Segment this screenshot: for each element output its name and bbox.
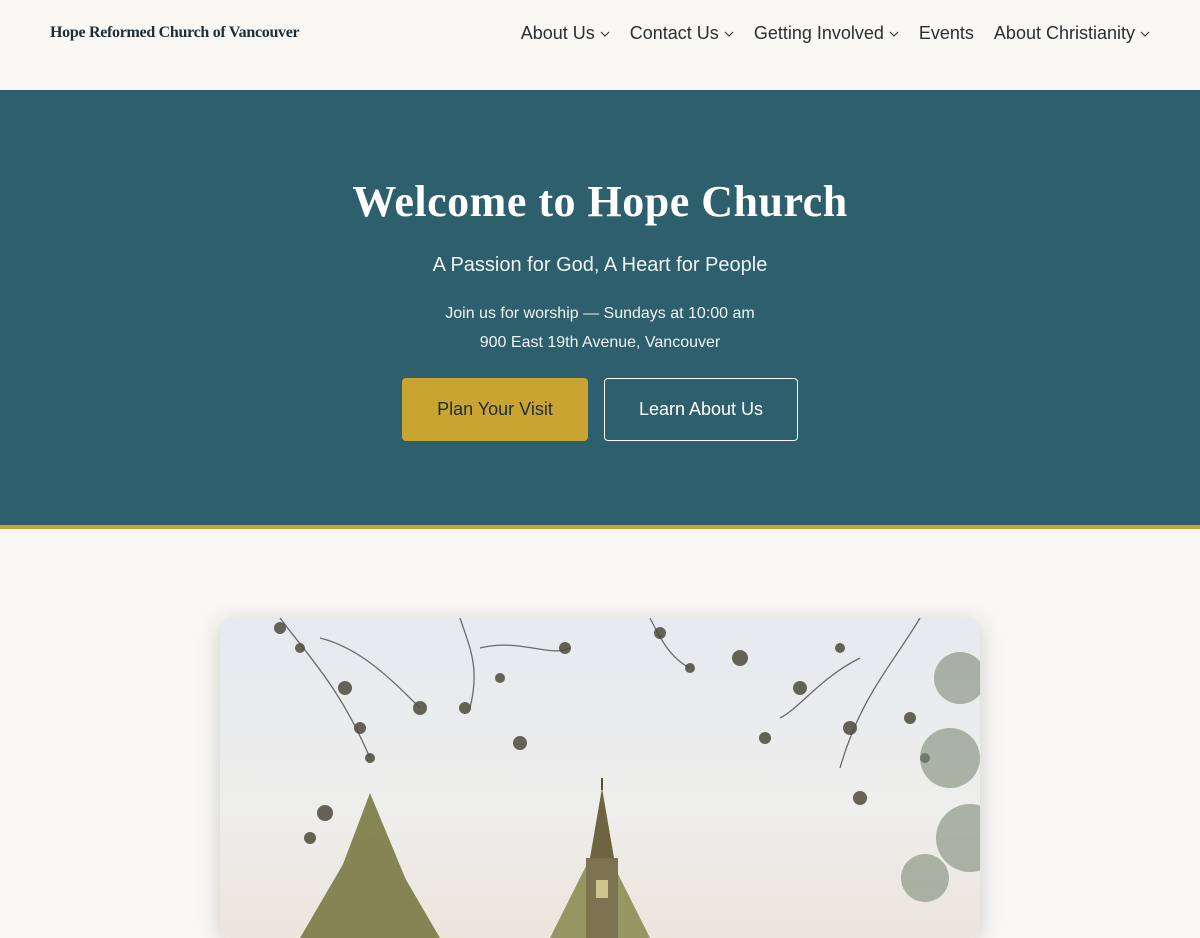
chevron-down-icon[interactable]: [889, 30, 899, 38]
nav-item-events[interactable]: Events: [919, 23, 974, 44]
church-photo: [220, 618, 980, 938]
nav-item-about-us[interactable]: About Us: [521, 23, 610, 44]
learn-about-us-button[interactable]: Learn About Us: [604, 378, 798, 441]
nav-item-label: Contact Us: [629, 23, 719, 43]
nav-item-about-christianity[interactable]: About Christianity: [994, 23, 1150, 44]
nav-item-getting-involved[interactable]: Getting Involved: [754, 23, 899, 44]
site-header: Hope Reformed Church of Vancouver About …: [0, 0, 1200, 90]
plan-your-visit-button[interactable]: Plan Your Visit: [402, 378, 588, 441]
worship-time: Join us for worship — Sundays at 10:00 a…: [445, 305, 755, 322]
nav-item-label: Events: [918, 23, 974, 43]
chevron-down-icon[interactable]: [724, 30, 734, 38]
site-title[interactable]: Hope Reformed Church of Vancouver: [50, 24, 300, 42]
nav-item-label: About Christianity: [993, 23, 1135, 43]
chevron-down-icon[interactable]: [1140, 30, 1150, 38]
hero-title: Welcome to Hope Church: [352, 177, 848, 226]
church-painting-image: [274, 618, 980, 938]
nav-item-label: About Us: [520, 23, 595, 43]
nav-item-label: Getting Involved: [753, 23, 884, 43]
chevron-down-icon[interactable]: [600, 30, 610, 38]
hero-section: Welcome to Hope Church A Passion for God…: [0, 90, 1200, 529]
main-nav: About Us Contact Us Getting Involved Eve…: [521, 23, 1150, 44]
church-address: 900 East 19th Avenue, Vancouver: [479, 334, 721, 351]
nav-item-contact-us[interactable]: Contact Us: [630, 23, 734, 44]
hero-tagline: A Passion for God, A Heart for People: [432, 254, 768, 276]
